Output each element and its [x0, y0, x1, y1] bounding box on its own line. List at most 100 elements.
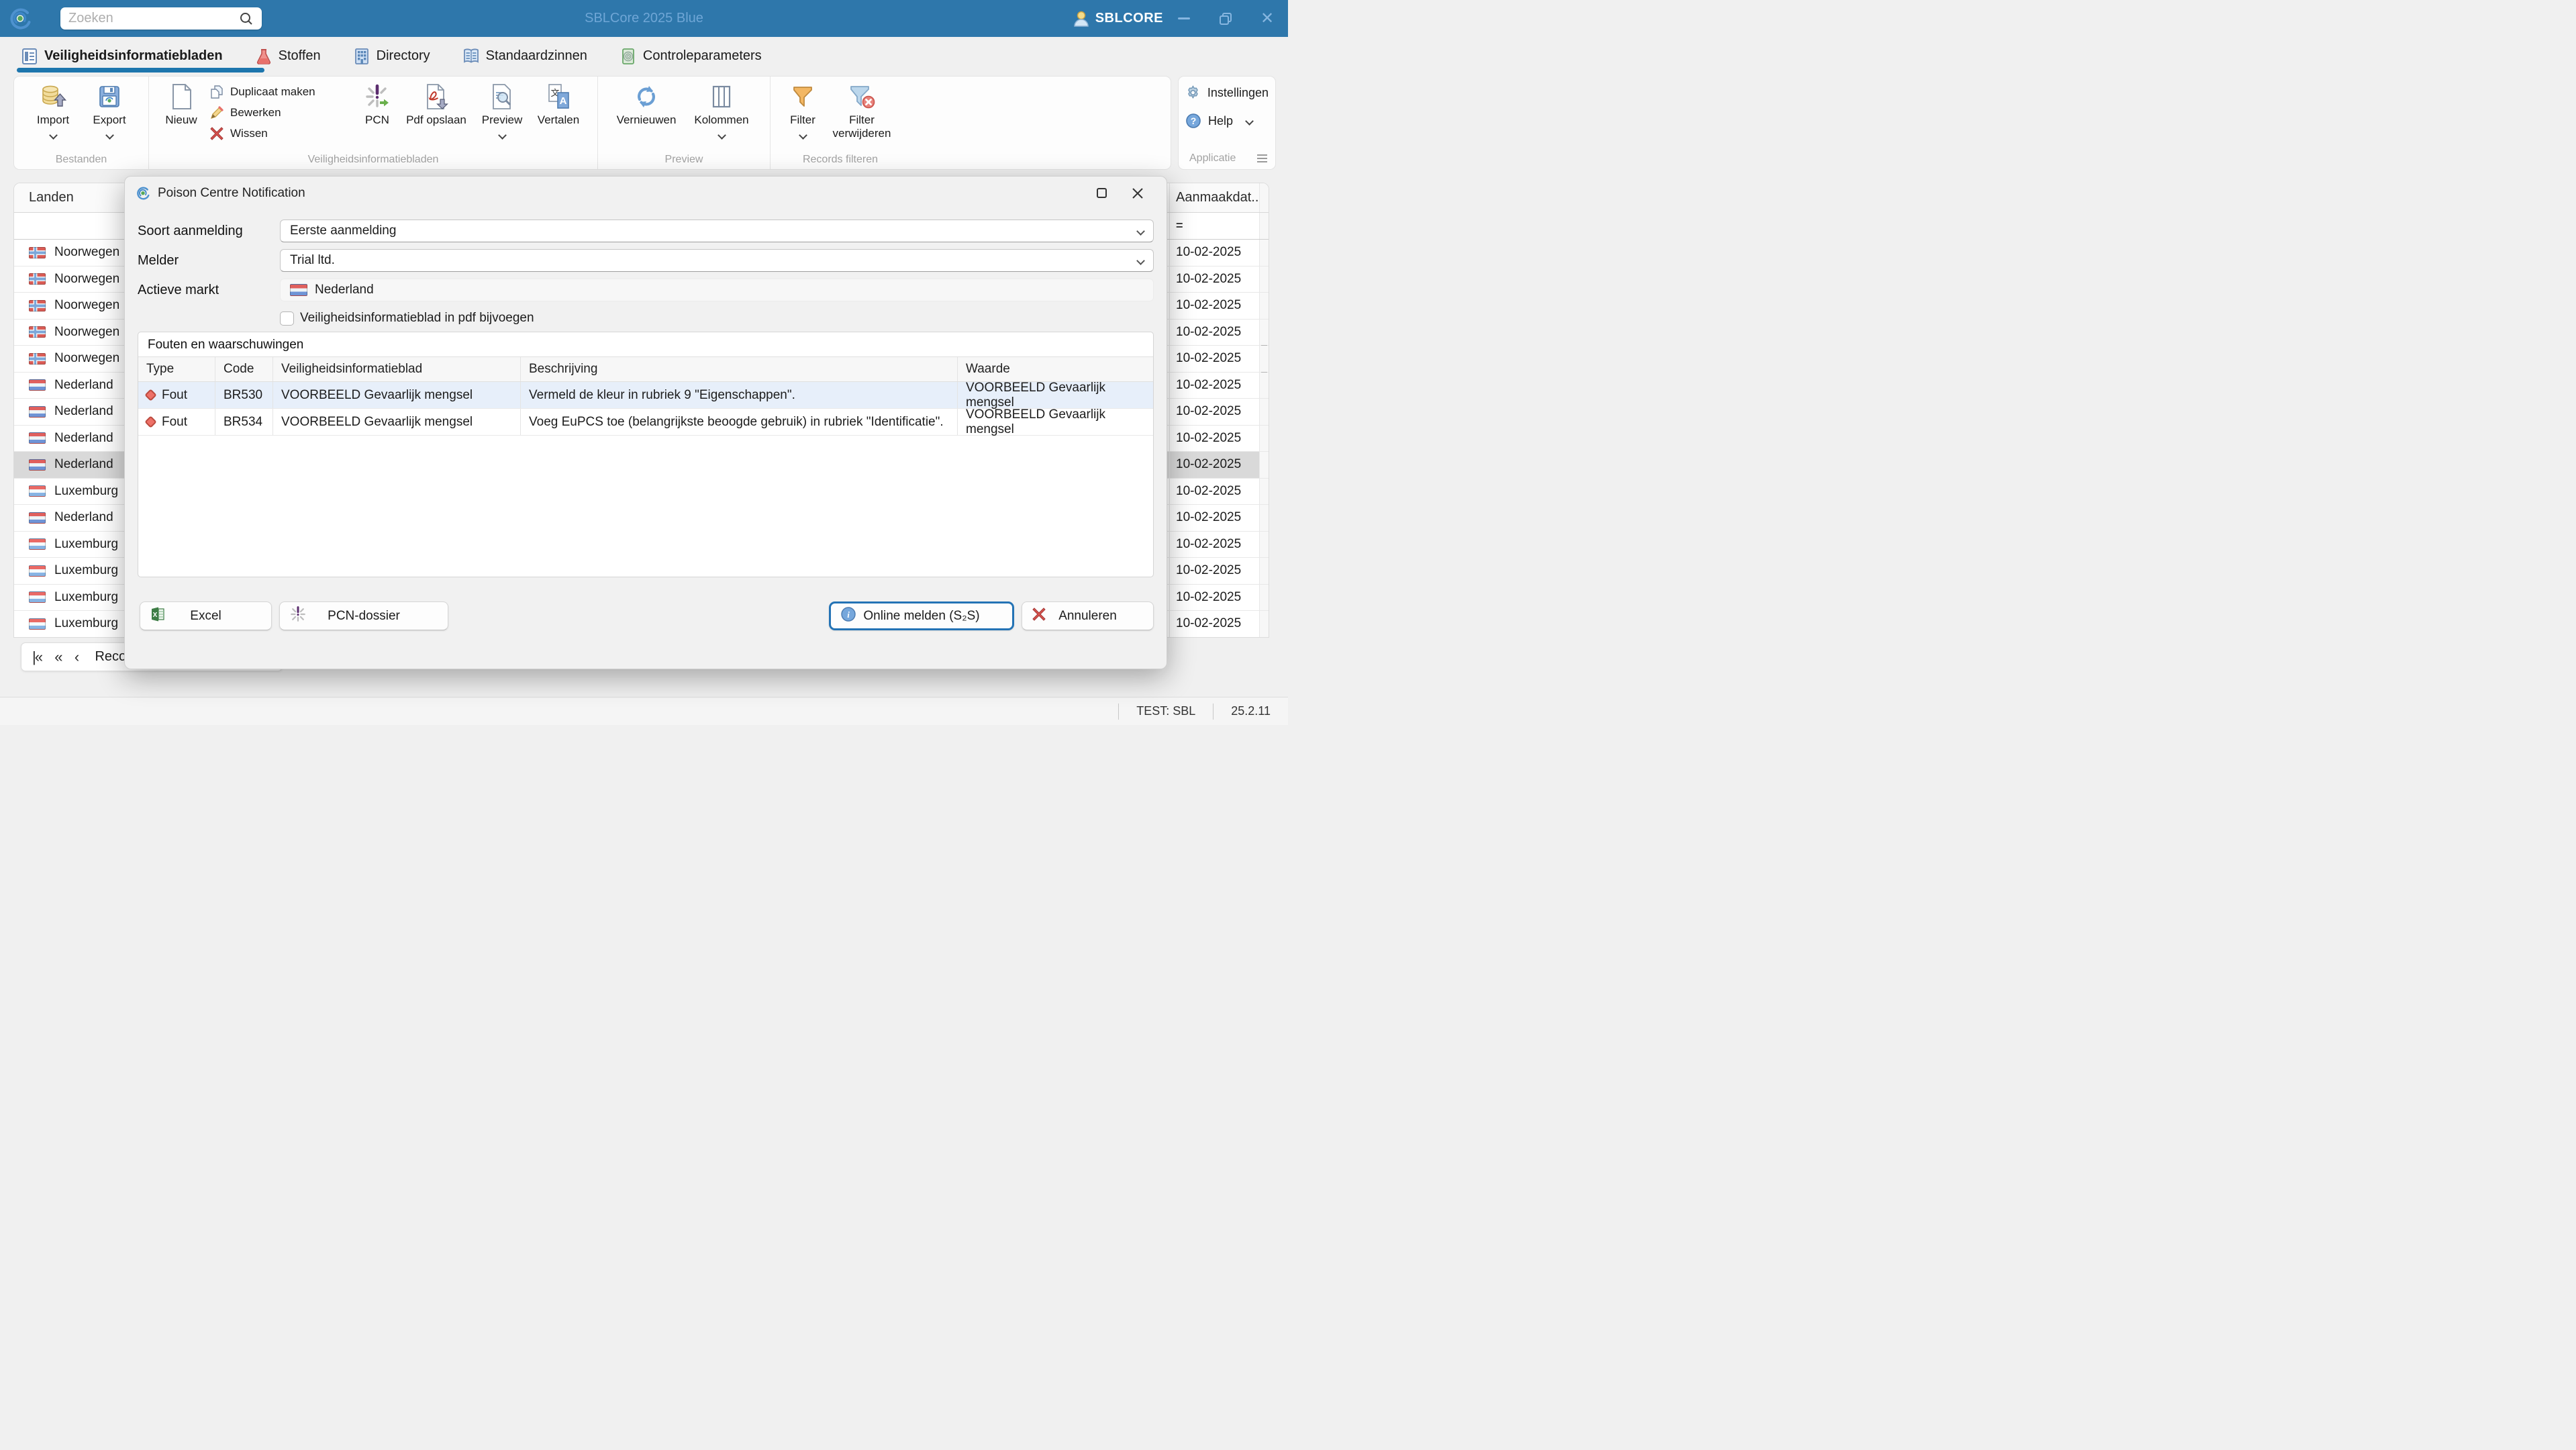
first-record-button[interactable]: |« — [32, 648, 42, 666]
error-code: BR534 — [224, 415, 262, 430]
online-melden-button[interactable]: i Online melden (S₂S) — [829, 601, 1014, 630]
country-name: Noorwegen — [54, 298, 119, 313]
chevron-down-icon — [717, 131, 726, 140]
melder-dropdown[interactable]: Trial ltd. — [280, 249, 1154, 272]
columns-icon — [709, 82, 734, 111]
environment-label: TEST: SBL — [1119, 704, 1213, 718]
error-description: Vermeld de kleur in rubriek 9 "Eigenscha… — [529, 388, 795, 403]
country-flag-icon — [29, 538, 46, 550]
export-button[interactable]: Export — [81, 82, 138, 138]
vernieuwen-button[interactable]: Vernieuwen — [609, 82, 684, 127]
country-flag-icon — [29, 591, 46, 603]
filter-verwijderen-button[interactable]: Filter verwijderen — [824, 82, 899, 140]
search-icon[interactable] — [239, 11, 254, 26]
column-header-veiligheidsinformatieblad[interactable]: Veiligheidsinformatieblad — [273, 357, 521, 381]
tab-veiligheidsinformatiebladen[interactable]: Veiligheidsinformatiebladen — [18, 37, 226, 75]
database-import-icon — [40, 82, 66, 111]
dialog-close-button[interactable] — [1120, 187, 1156, 199]
country-name: Luxemburg — [54, 537, 118, 552]
minimize-button[interactable] — [1163, 0, 1205, 37]
sds-document-icon — [21, 48, 38, 65]
pdf-opslaan-button[interactable]: Pdf opslaan — [399, 82, 474, 127]
creation-date: 10-02-2025 — [1176, 616, 1241, 631]
column-header-beschrijving[interactable]: Beschrijving — [521, 357, 958, 381]
tab-label: Controleparameters — [643, 48, 762, 64]
creation-date: 10-02-2025 — [1176, 325, 1241, 340]
preview-button[interactable]: Preview — [474, 82, 530, 138]
close-icon: ✕ — [1260, 9, 1274, 28]
filter-cell-date[interactable]: = — [1169, 213, 1259, 239]
country-name: Nederland — [54, 378, 113, 393]
chevron-down-icon — [1136, 227, 1145, 236]
svg-text:i: i — [847, 610, 850, 620]
chevron-down-icon — [498, 131, 507, 140]
tab-standaardzinnen[interactable]: Standaardzinnen — [460, 37, 590, 75]
filter-remove-icon — [848, 82, 876, 111]
fast-backward-button[interactable]: « — [54, 648, 61, 666]
panel-options-icon[interactable] — [1257, 154, 1267, 162]
equals-operator-icon[interactable]: = — [1176, 219, 1183, 233]
user-avatar-icon[interactable] — [1073, 10, 1090, 28]
errors-header-row: Type Code Veiligheidsinformatieblad Besc… — [138, 356, 1153, 382]
svg-text:A: A — [560, 95, 567, 107]
ribbon-group-label: Preview — [598, 154, 770, 166]
duplicaat-maken-button[interactable]: Duplicaat maken — [209, 85, 352, 99]
column-header-code[interactable]: Code — [215, 357, 273, 381]
tab-directory[interactable]: Directory — [350, 37, 433, 75]
search-input[interactable]: Zoeken — [68, 11, 239, 26]
column-header-type[interactable]: Type — [138, 357, 215, 381]
tab-controleparameters[interactable]: Controleparameters — [617, 37, 764, 75]
country-flag-icon — [29, 565, 46, 577]
tab-label: Stoffen — [279, 48, 321, 64]
actieve-markt-field[interactable]: Nederland — [280, 279, 1154, 301]
import-button[interactable]: Import — [25, 82, 81, 138]
error-value: VOORBEELD Gevaarlijk mengsel — [966, 407, 1153, 437]
filter-button[interactable]: Filter — [781, 82, 824, 138]
maximize-button[interactable] — [1205, 0, 1246, 37]
instellingen-button[interactable]: Instellingen — [1185, 85, 1269, 101]
country-flag-icon — [29, 379, 46, 391]
wissen-button[interactable]: Wissen — [209, 126, 352, 141]
pcn-star-icon — [364, 82, 391, 111]
vertalen-button[interactable]: 文 A Vertalen — [530, 82, 587, 127]
ribbon-empty-space — [910, 77, 1171, 169]
export-save-icon — [97, 82, 122, 111]
error-diamond-icon — [144, 389, 156, 401]
soort-aanmelding-dropdown[interactable]: Eerste aanmelding — [280, 220, 1154, 242]
filter-funnel-icon — [790, 82, 815, 111]
pcn-dossier-button[interactable]: PCN-dossier — [279, 601, 448, 630]
column-header-aanmaakdatum[interactable]: Aanmaakdat... — [1169, 183, 1259, 212]
country-flag-icon — [29, 300, 46, 311]
svg-text:?: ? — [1191, 115, 1197, 126]
nieuw-button[interactable]: Nieuw — [160, 82, 203, 127]
pcn-button[interactable]: PCN — [356, 82, 399, 127]
dialog-maximize-button[interactable] — [1083, 187, 1120, 199]
ribbon-group-label: Bestanden — [14, 154, 148, 166]
creation-date: 10-02-2025 — [1176, 245, 1241, 260]
user-name[interactable]: SBLCORE — [1095, 11, 1163, 26]
ribbon-group-label: Records filteren — [771, 154, 910, 166]
kolommen-button[interactable]: Kolommen — [684, 82, 759, 138]
attach-pdf-checkbox[interactable] — [280, 311, 294, 326]
excel-button[interactable]: X Excel — [140, 601, 272, 630]
country-flag-icon — [29, 485, 46, 497]
annuleren-button[interactable]: Annuleren — [1022, 601, 1154, 630]
ribbon-group-bestanden: Import Export Bestanden — [14, 77, 148, 169]
country-name: Nederland — [54, 510, 113, 525]
close-button[interactable]: ✕ — [1246, 0, 1288, 37]
previous-record-button[interactable]: ‹ — [75, 648, 78, 666]
flask-icon — [255, 48, 273, 65]
country-flag-icon — [29, 618, 46, 630]
error-row[interactable]: Fout BR530 VOORBEELD Gevaarlijk mengsel … — [138, 382, 1153, 409]
help-icon: ? — [1185, 113, 1201, 129]
building-icon — [353, 48, 370, 65]
bewerken-button[interactable]: Bewerken — [209, 105, 352, 120]
column-header-waarde[interactable]: Waarde — [958, 357, 1153, 381]
error-row[interactable]: Fout BR534 VOORBEELD Gevaarlijk mengsel … — [138, 409, 1153, 436]
tab-stoffen[interactable]: Stoffen — [252, 37, 324, 75]
gear-icon — [1185, 85, 1201, 101]
search-box[interactable]: Zoeken — [60, 7, 262, 30]
help-button[interactable]: ? Help — [1185, 113, 1269, 129]
country-flag-icon — [29, 406, 46, 418]
chevron-down-icon — [49, 131, 58, 140]
